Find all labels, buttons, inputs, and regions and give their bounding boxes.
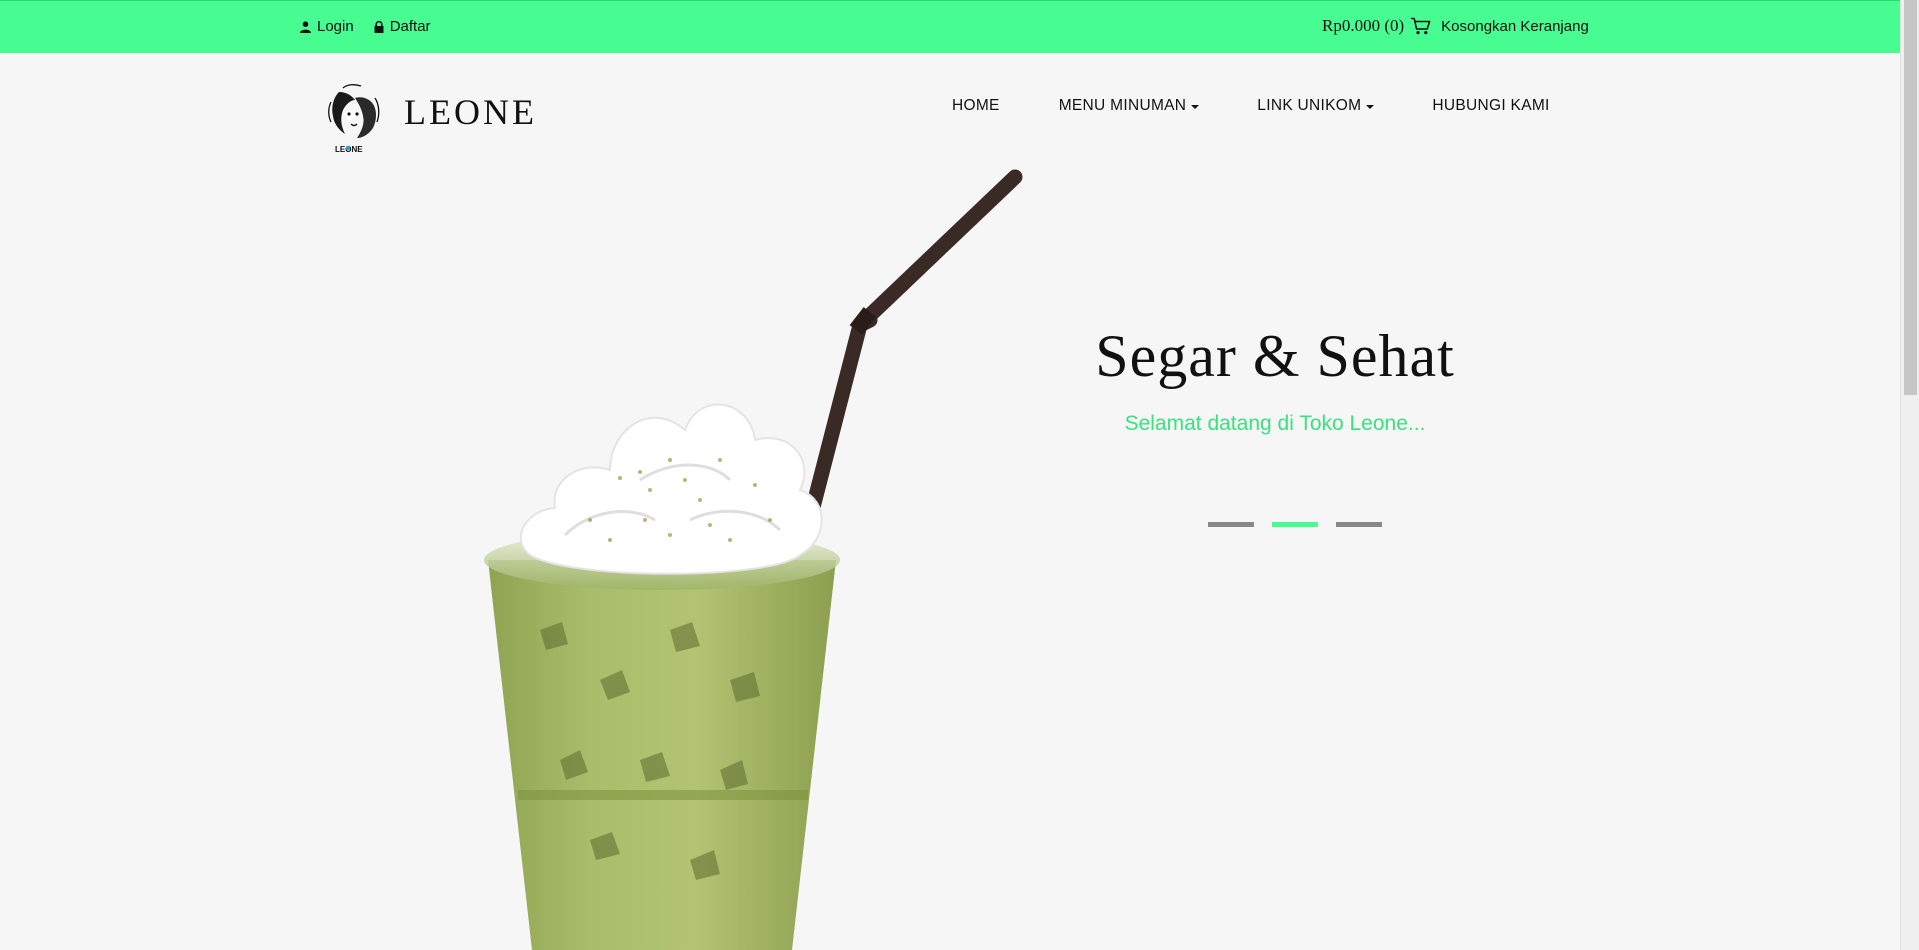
auth-links: Login Daftar xyxy=(300,18,431,35)
vertical-scrollbar[interactable] xyxy=(1900,0,1919,950)
login-label: Login xyxy=(317,18,354,35)
cart-area: Rp0.000 (0) Kosongkan Keranjang xyxy=(1322,16,1589,36)
nav-menu-minuman[interactable]: MENU MINUMAN xyxy=(1059,97,1200,115)
lock-icon xyxy=(374,20,384,33)
matcha-drink-image xyxy=(484,169,1023,950)
leone-logo-icon[interactable]: LEONE xyxy=(325,80,383,154)
nav-home-label: HOME xyxy=(952,97,1000,114)
register-link[interactable]: Daftar xyxy=(374,18,431,35)
caret-down-icon xyxy=(1191,105,1200,109)
hero-title: Segar & Sehat xyxy=(1095,323,1455,389)
header: LEONE LEONE HOME MENU MINUMAN LINK UNIKO… xyxy=(0,53,1900,173)
scrollbar-thumb[interactable] xyxy=(1904,0,1917,395)
nav-home[interactable]: HOME xyxy=(952,97,1000,115)
main-nav: HOME MENU MINUMAN LINK UNIKOM HUBUNGI KA… xyxy=(952,97,1550,115)
caret-down-icon xyxy=(1366,105,1375,109)
nav-menu-minuman-label: MENU MINUMAN xyxy=(1058,97,1187,114)
carousel-indicators xyxy=(1208,522,1382,527)
empty-cart-link[interactable]: Kosongkan Keranjang xyxy=(1441,18,1589,35)
carousel-indicator-3[interactable] xyxy=(1336,522,1382,527)
cart-total[interactable]: Rp0.000 (0) xyxy=(1322,16,1404,36)
hero-subtitle: Selamat datang di Toko Leone... xyxy=(1124,412,1426,435)
carousel-indicator-2[interactable] xyxy=(1272,522,1318,527)
login-link[interactable]: Login xyxy=(300,18,354,35)
brand-name[interactable]: LEONE xyxy=(404,91,537,133)
nav-link-unikom-label: LINK UNIKOM xyxy=(1257,97,1362,114)
carousel-indicator-1[interactable] xyxy=(1208,522,1254,527)
register-label: Daftar xyxy=(389,18,431,35)
top-bar: Login Daftar Rp0.000 (0) Kosongkan Keran… xyxy=(0,0,1900,53)
cart-icon[interactable] xyxy=(1410,17,1431,35)
nav-hubungi-kami[interactable]: HUBUNGI KAMI xyxy=(1432,97,1549,115)
nav-link-unikom[interactable]: LINK UNIKOM xyxy=(1257,97,1375,115)
user-icon xyxy=(300,20,311,33)
nav-hubungi-kami-label: HUBUNGI KAMI xyxy=(1432,97,1550,114)
